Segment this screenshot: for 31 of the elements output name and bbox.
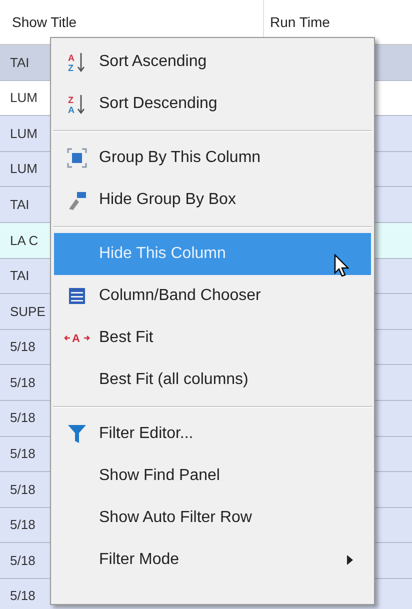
menu-item[interactable]: Hide Group By Box (54, 179, 371, 221)
menu-item[interactable]: Filter Mode (54, 539, 371, 581)
list-icon (66, 286, 86, 306)
table-cell-text: TAI (10, 54, 30, 72)
table-cell-text: 5/18 (10, 409, 36, 428)
table-cell-text: LUM (10, 160, 38, 178)
group-icon (66, 147, 88, 169)
menu-item[interactable]: Z A Sort Descending (54, 83, 371, 125)
cursor-icon (334, 254, 350, 278)
table-cell-text: 5/18 (10, 587, 36, 606)
table-cell-text: 5/18 (10, 480, 36, 499)
table-cell-text: LUM (10, 124, 38, 143)
table-cell-text: 5/18 (10, 516, 36, 534)
table-cell-text: LA C (10, 232, 38, 250)
menu-item[interactable]: Show Find Panel (54, 455, 371, 497)
table-cell-text: TAI (10, 267, 30, 286)
table-cell-text: 5/18 (10, 338, 36, 356)
table-cell-text: LUM (10, 89, 38, 108)
table-cell-text: 5/18 (10, 445, 36, 464)
menu-item[interactable]: Column/Band Chooser (54, 275, 371, 317)
menu-item[interactable]: A Best Fit (54, 317, 371, 359)
filter-icon (66, 423, 86, 445)
menu-item[interactable]: Show Auto Filter Row (54, 497, 371, 539)
menu-item[interactable]: Best Fit (all columns) (54, 359, 371, 401)
table-cell-text: SUPE (10, 302, 46, 321)
menu-item[interactable]: Filter Editor... (54, 413, 371, 455)
table-cell-text: TAI (10, 196, 30, 214)
menu-item[interactable]: A Z Sort Ascending (54, 41, 371, 83)
table-cell-text: 5/18 (10, 374, 36, 392)
menu-item[interactable]: Group By This Column (54, 137, 371, 179)
table-cell-text: 5/18 (10, 552, 36, 570)
